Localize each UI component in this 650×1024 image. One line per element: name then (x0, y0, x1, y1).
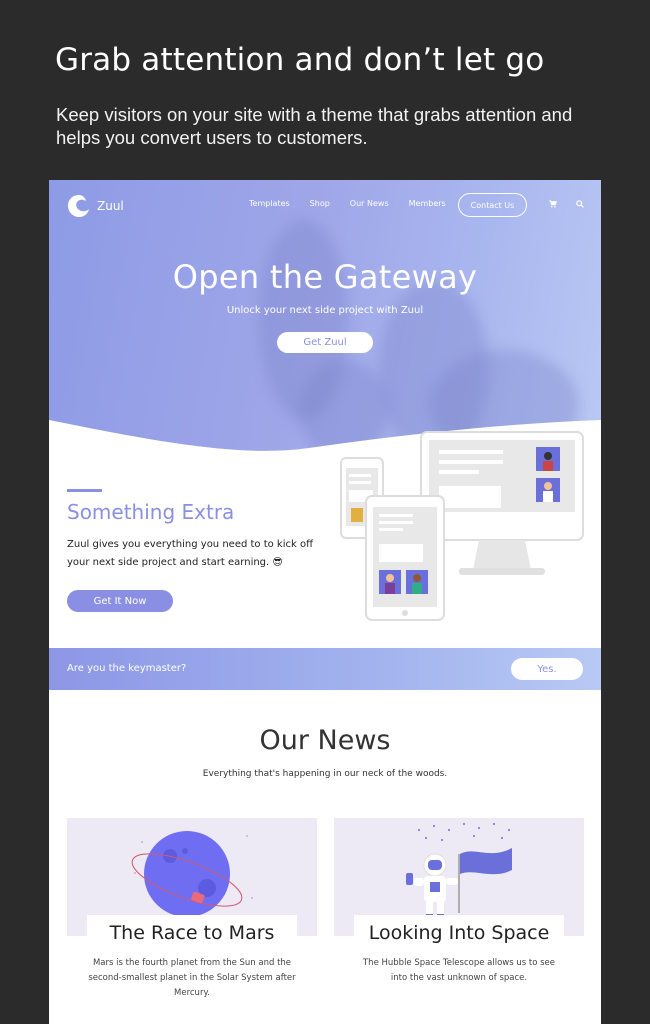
extra-text: Zuul gives you everything you need to to… (67, 539, 313, 568)
nav-item-templates[interactable]: Templates (249, 199, 290, 208)
logo-text: Zuul (97, 199, 124, 213)
contact-us-button[interactable]: Contact Us (458, 193, 527, 217)
keymaster-band: Are you the keymaster? Yes. (49, 648, 601, 690)
search-icon[interactable] (576, 200, 584, 208)
news-card-text: Mars is the fourth planet from the Sun a… (88, 958, 296, 998)
extra-title: Something Extra (67, 500, 235, 524)
devices-illustration (340, 431, 584, 621)
news-card-text: The Hubble Space Telescope allows us to … (362, 958, 556, 983)
news-card-space[interactable]: Looking Into Space The Hubble Space Tele… (334, 818, 584, 1024)
promo-title: Grab attention and don’t let go (55, 42, 545, 78)
yes-button[interactable]: Yes. (511, 658, 583, 680)
promo-subtitle: Keep visitors on your site with a theme … (56, 104, 573, 148)
nav-item-our-news[interactable]: Our News (350, 199, 389, 208)
main-nav: Templates Shop Our News Members (249, 199, 466, 208)
hero-section: Zuul Templates Shop Our News Members Con… (49, 180, 601, 460)
cart-icon[interactable] (549, 200, 557, 208)
logo[interactable]: Zuul (67, 194, 124, 218)
news-card-mars[interactable]: The Race to Mars Mars is the fourth plan… (67, 818, 317, 1024)
news-subtitle: Everything that's happening in our neck … (202, 769, 448, 779)
get-zuul-button[interactable]: Get Zuul (277, 332, 373, 353)
band-text: Are you the keymaster? (67, 663, 187, 674)
accent-line (67, 489, 102, 492)
news-card-title[interactable]: Looking Into Space (334, 922, 584, 944)
zuul-logo-icon (68, 195, 89, 217)
nav-item-shop[interactable]: Shop (310, 199, 330, 208)
news-card-title[interactable]: The Race to Mars (67, 922, 317, 944)
hero-title: Open the Gateway (172, 258, 478, 296)
nav-item-members[interactable]: Members (409, 199, 446, 208)
site-preview: Zuul Templates Shop Our News Members Con… (49, 180, 601, 1024)
get-it-now-button[interactable]: Get It Now (67, 590, 173, 612)
hero-subtitle: Unlock your next side project with Zuul (226, 305, 424, 316)
news-title: Our News (259, 725, 391, 756)
